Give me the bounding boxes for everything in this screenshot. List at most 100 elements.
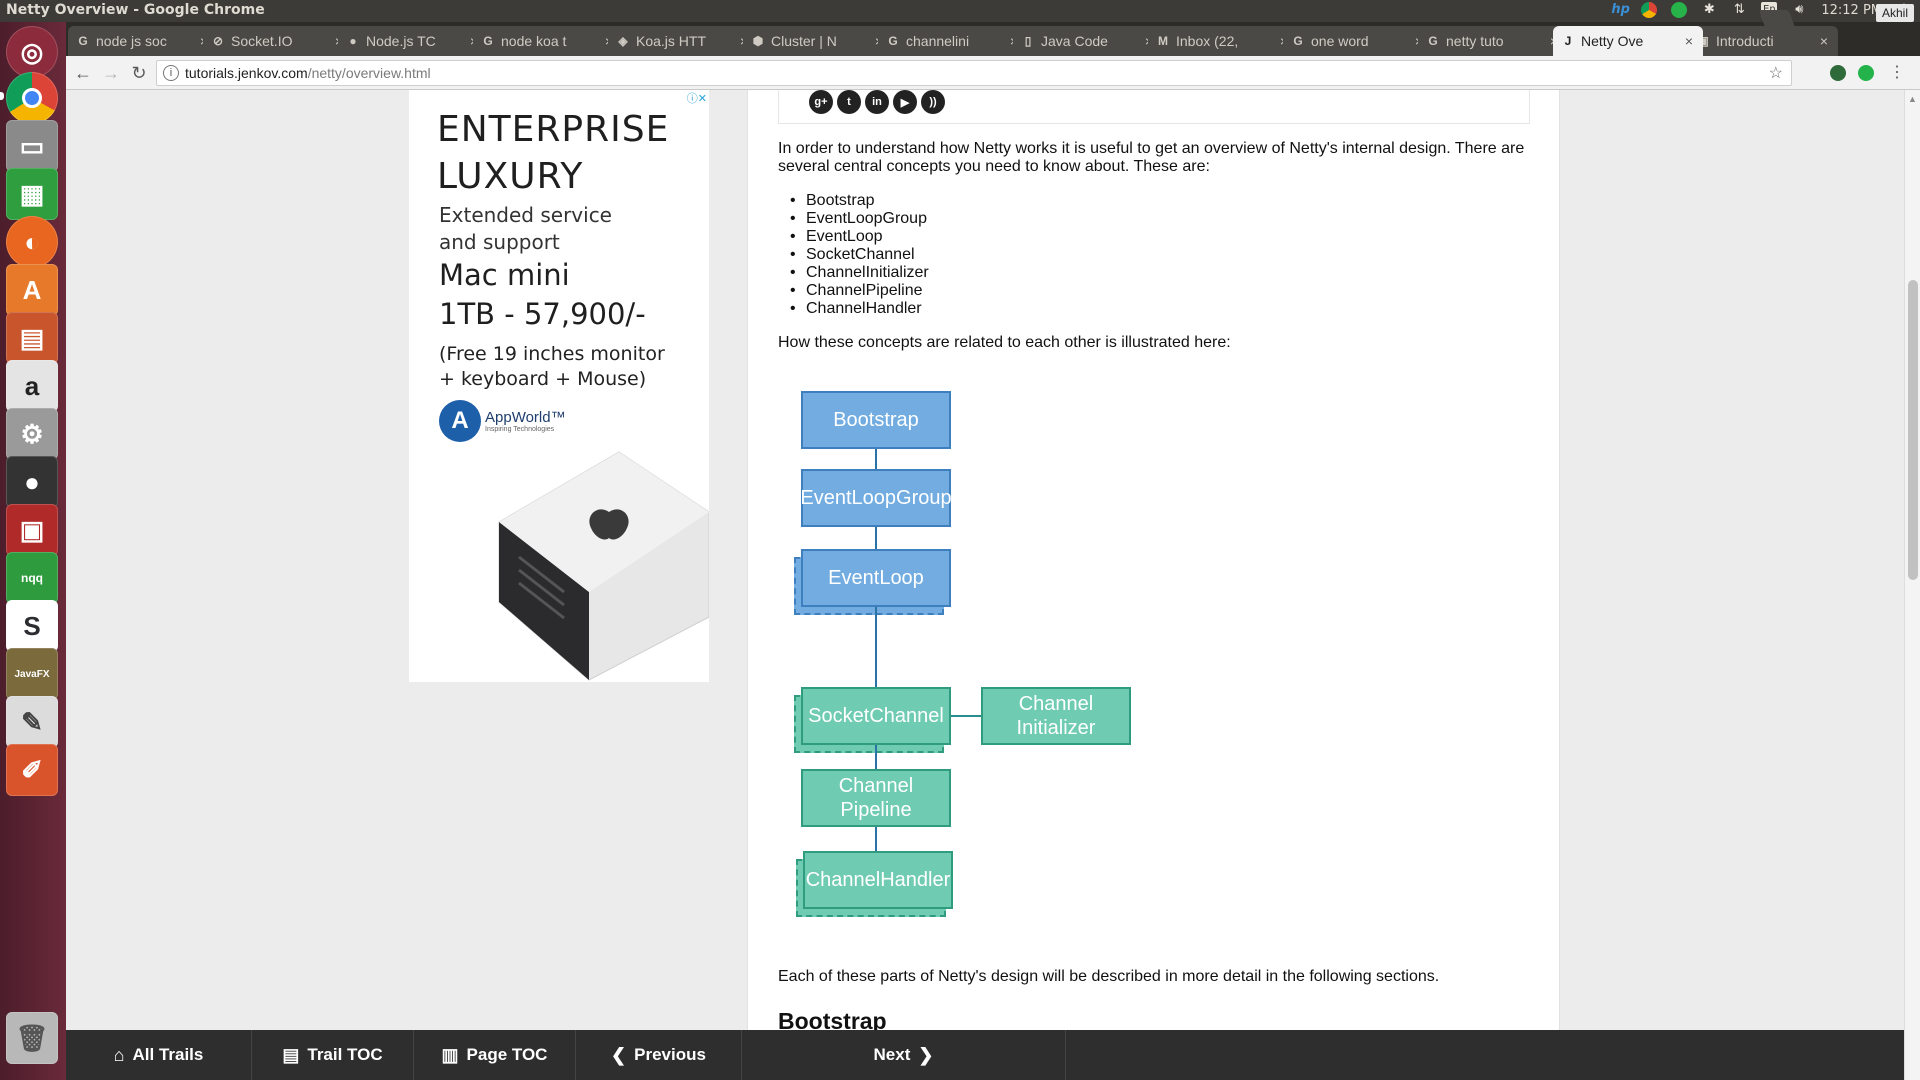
previous-button[interactable]: ❮ Previous: [576, 1030, 742, 1080]
chrome-tray-icon[interactable]: [1641, 2, 1658, 18]
browser-tab[interactable]: ⊘Socket.IO×: [203, 26, 353, 56]
tab-favicon-icon: G: [888, 34, 898, 48]
tab-favicon-icon: G: [78, 34, 88, 48]
software-center-icon[interactable]: A: [6, 264, 58, 316]
ubuntu-dash-icon[interactable]: ◎: [6, 26, 58, 78]
browser-tab[interactable]: ⬢Cluster | N×: [743, 26, 893, 56]
slack-icon[interactable]: S: [6, 600, 58, 652]
adchoices-icon[interactable]: ⓘ✕: [687, 90, 707, 106]
launcher: ◎ ▭ ▦ ◐ A ▤ a ⚙ ● ▣ nqq S JavaFX ✎ ✐ 🗑︎: [0, 22, 66, 1080]
diagram-connector: [875, 527, 877, 549]
browser-tab[interactable]: ●Node.js TC×: [338, 26, 488, 56]
firefox-icon[interactable]: ◐: [6, 216, 58, 268]
diagram-connector: [875, 745, 877, 769]
youtube-icon[interactable]: ▶: [893, 90, 917, 114]
tab-label: Java Code: [1041, 33, 1108, 49]
diagram-box-bootstrap: Bootstrap: [801, 391, 951, 449]
rss-icon[interactable]: )): [921, 90, 945, 114]
tab-favicon-icon: ⊘: [212, 34, 224, 48]
scrollbar-thumb[interactable]: [1908, 280, 1918, 580]
forward-icon[interactable]: →: [100, 62, 122, 84]
reload-icon[interactable]: ↻: [128, 62, 150, 84]
top-panel: Netty Overview - Google Chrome hp ✱ ⇅ En…: [0, 0, 1920, 22]
clock[interactable]: 12:12 PM: [1821, 3, 1882, 18]
diagram-box-channelpipeline: Channel Pipeline: [801, 769, 951, 827]
document-icon: ▥: [441, 1044, 459, 1065]
network-icon[interactable]: ⇅: [1731, 2, 1747, 18]
tab-label: node js soc: [96, 33, 167, 49]
appworld-logo: A AppWorld™ Inspiring Technologies: [439, 400, 566, 442]
next-button[interactable]: Next ❯: [742, 1030, 1066, 1080]
presentation-icon[interactable]: ▤: [6, 312, 58, 364]
diagram-box-eventloop: EventLoop: [801, 549, 951, 607]
diagram-connector: [875, 607, 877, 687]
trail-navigation-bar: ⌂ All Trails ▤ Trail TOC ▥ Page TOC ❮ Previo…: [66, 1030, 1904, 1080]
tab-close-icon[interactable]: ×: [1681, 33, 1697, 49]
list-item: ChannelHandler: [788, 300, 929, 318]
browser-tab[interactable]: ◈Koa.js HTT×: [608, 26, 758, 56]
green-status-icon[interactable]: [1671, 2, 1688, 18]
tab-close-icon[interactable]: ×: [1816, 33, 1832, 49]
volume-icon[interactable]: 🔊︎: [1791, 2, 1807, 18]
browser-tab[interactable]: MInbox (22,×: [1148, 26, 1298, 56]
browser-tab[interactable]: Gnetty tuto×: [1418, 26, 1568, 56]
url-host: tutorials.jenkov.com: [185, 65, 308, 81]
diagram-box-channelinitializer: Channel Initializer: [981, 687, 1131, 745]
terminal-icon[interactable]: ▣: [6, 504, 58, 556]
list-item: EventLoop: [788, 228, 929, 246]
hp-icon[interactable]: hp: [1611, 2, 1630, 18]
ad-subheadline: Extended service and support: [439, 203, 612, 254]
color-picker-icon[interactable]: ✐: [6, 744, 58, 796]
tab-favicon-icon: ◈: [618, 34, 628, 48]
tab-strip: Gnode js soc×⊘ Socket.IO × ● Node.js TC × Gnod…: [66, 22, 1920, 56]
new-tab-button[interactable]: [1758, 10, 1796, 28]
nqq-editor-icon[interactable]: nqq: [6, 552, 58, 604]
page-scrollbar[interactable]: ▲: [1904, 90, 1920, 1080]
trail-toc-button[interactable]: ▤ Trail TOC: [252, 1030, 414, 1080]
files-icon[interactable]: ▭: [6, 120, 58, 172]
outro-paragraph: Each of these parts of Netty's design wi…: [778, 968, 1440, 985]
browser-tab[interactable]: Gone word×: [1283, 26, 1433, 56]
browser-toolbar: ← → ↻ i tutorials.jenkov.com/netty/overv…: [66, 56, 1920, 90]
advertisement[interactable]: ⓘ✕ ENTERPRISE LUXURY Extended service and …: [409, 90, 709, 682]
back-icon[interactable]: ←: [72, 62, 94, 84]
page-toc-button[interactable]: ▥ Page TOC: [414, 1030, 576, 1080]
window-title: Netty Overview - Google Chrome: [6, 2, 265, 18]
browser-tab[interactable]: Gnode js soc×: [68, 26, 218, 56]
address-bar[interactable]: i tutorials.jenkov.com/netty/overview.ht…: [156, 60, 1792, 86]
tab-active[interactable]: J Netty Ove ×: [1553, 26, 1703, 56]
google-plus-icon[interactable]: g+: [809, 90, 833, 114]
url-path: /netty/overview.html: [307, 65, 431, 81]
diagram-box-eventloopgroup: EventLoopGroup: [800, 469, 952, 527]
trash-icon[interactable]: 🗑︎: [6, 1012, 58, 1064]
linkedin-icon[interactable]: in: [865, 90, 889, 114]
spreadsheet-icon[interactable]: ▦: [6, 168, 58, 220]
tab-favicon-icon: ⬢: [752, 34, 764, 48]
chrome-menu-icon[interactable]: ⋮: [1886, 62, 1908, 84]
extension-icon[interactable]: [1830, 65, 1846, 81]
list-item: SocketChannel: [788, 246, 929, 264]
extension-green-icon[interactable]: [1858, 65, 1874, 81]
browser-tab[interactable]: ▯Java Code×: [1013, 26, 1163, 56]
system-settings-icon[interactable]: ⚙: [6, 408, 58, 460]
chrome-launcher-icon[interactable]: [6, 72, 58, 124]
text-editor-icon[interactable]: ✎: [6, 696, 58, 748]
settings-icon[interactable]: ✱: [1701, 2, 1717, 18]
article: g+ t in ▶ )) In order to understand how …: [747, 90, 1560, 1030]
scroll-up-icon[interactable]: ▲: [1908, 94, 1917, 104]
browser-tab[interactable]: Gchannelini×: [878, 26, 1028, 56]
list-item: EventLoopGroup: [788, 210, 929, 228]
twitter-icon[interactable]: t: [837, 90, 861, 114]
bookmark-star-icon[interactable]: ☆: [1769, 63, 1783, 83]
chevron-left-icon: ❮: [611, 1044, 627, 1065]
browser-tab[interactable]: Gnode koa t×: [473, 26, 623, 56]
profile-button[interactable]: Akhil: [1875, 4, 1914, 22]
ad-offer: (Free 19 inches monitor + keyboard + Mous…: [439, 343, 665, 390]
all-trails-button[interactable]: ⌂ All Trails: [66, 1030, 252, 1080]
tab-label: Introducti: [1716, 33, 1774, 49]
camera-icon[interactable]: ●: [6, 456, 58, 508]
amazon-icon[interactable]: a: [6, 360, 58, 412]
javafx-ide-icon[interactable]: JavaFX: [6, 648, 58, 700]
browser-tab[interactable]: ▣ Introducti ×: [1688, 26, 1838, 56]
site-info-icon[interactable]: i: [163, 65, 179, 81]
